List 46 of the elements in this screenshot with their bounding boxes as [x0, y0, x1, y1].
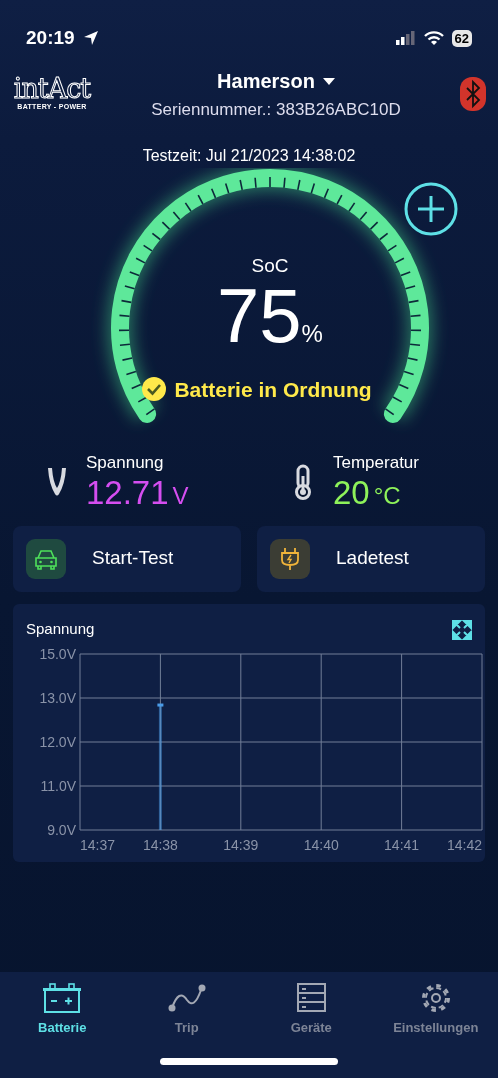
tab[interactable]: Einstellungen [373, 972, 498, 1038]
chart-title: Spannung [26, 619, 95, 640]
fullscreen-button[interactable] [452, 617, 472, 642]
signal-icon [395, 31, 416, 45]
tab[interactable]: Trip [124, 972, 249, 1038]
serial-number: Seriennummer.: 383B26ABC10D [151, 99, 401, 122]
battery-icon [42, 982, 83, 1014]
test-button[interactable]: Start-Test [13, 525, 241, 592]
test-time: Testzeit: Jul 21/2023 14:38:02 [141, 146, 357, 166]
y-axis-label: 13.0V [39, 689, 76, 706]
route-icon [166, 982, 207, 1014]
gauge-label: SoC [251, 254, 289, 278]
soc-value: 75 [217, 280, 302, 351]
battery-level: 62 [451, 29, 472, 47]
x-axis-label: 14:39 [223, 836, 259, 852]
device-dropdown[interactable]: Hamerson [216, 65, 336, 98]
reading-label: Spannung [86, 452, 165, 474]
expand-icon [452, 620, 472, 641]
battery-status: Batterie in Ordnung [174, 376, 372, 403]
reading-value: 12.71 [86, 475, 169, 510]
bluetooth-icon[interactable] [460, 77, 486, 111]
location-arrow-icon [82, 30, 99, 46]
x-axis-label: 14:41 [384, 836, 420, 852]
reading-value: 20 [333, 475, 370, 510]
test-button[interactable]: Ladetest [257, 525, 485, 592]
plus-icon [404, 182, 458, 236]
x-axis-label: 14:42 [446, 836, 482, 852]
reading-unit: °C [373, 480, 401, 511]
y-axis-label: 11.0V [40, 777, 76, 794]
x-axis-label: 14:40 [303, 836, 339, 852]
reading-label: Temperatur [333, 452, 419, 474]
tab[interactable]: Geräte [249, 972, 374, 1038]
x-axis-label: 14:37 [80, 836, 116, 852]
check-icon [142, 377, 167, 402]
add-button[interactable] [404, 182, 458, 236]
logo-text: intAct [13, 75, 91, 102]
caret-icon [322, 77, 335, 85]
y-axis-label: 9.0V [47, 821, 76, 838]
reading-unit: V [172, 480, 189, 511]
clock-time: 20:19 [26, 25, 75, 50]
x-axis-label: 14:38 [142, 836, 178, 852]
y-axis-label: 15.0V [39, 645, 76, 662]
tab[interactable]: Batterie [0, 972, 125, 1038]
soc-unit: % [301, 319, 323, 349]
y-axis-label: 12.0V [39, 733, 76, 750]
wifi-icon [423, 30, 444, 46]
